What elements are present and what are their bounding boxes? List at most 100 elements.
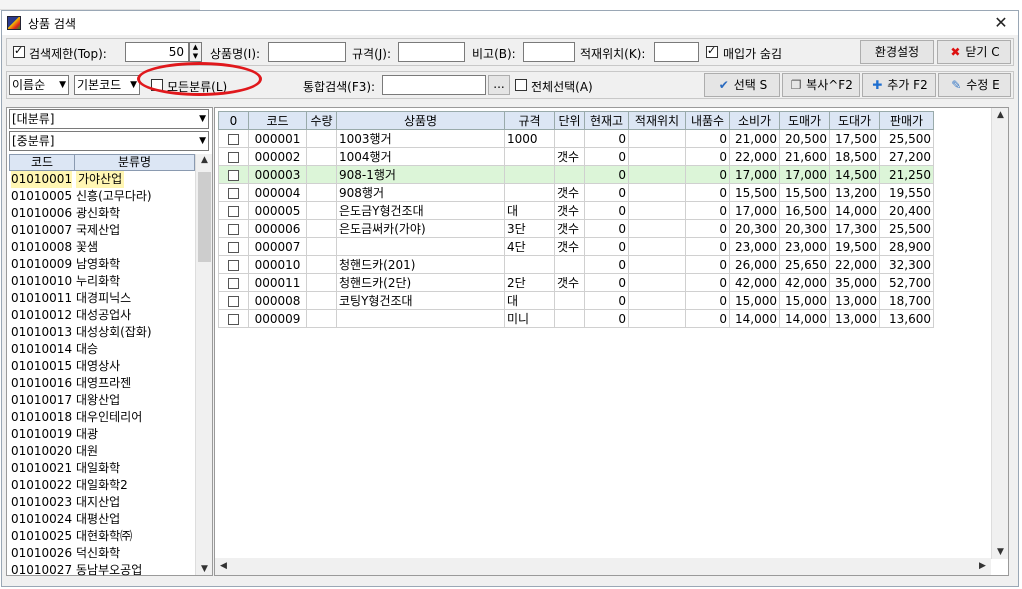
column-header[interactable]: 수량 (306, 111, 337, 130)
scroll-up-icon[interactable]: ▲ (196, 155, 213, 165)
column-header[interactable]: 적재위치 (628, 111, 686, 130)
column-header[interactable]: 규격 (504, 111, 555, 130)
row-checkbox[interactable] (228, 295, 239, 307)
row-select-cell[interactable] (218, 273, 249, 292)
search-limit-input[interactable]: 50 (125, 42, 189, 62)
category-row[interactable]: 01010018 대우인테리어 (9, 409, 195, 426)
table-row[interactable]: 000003 908-1행거 0 0 17,000 17,000 14,500 21,250 (218, 165, 934, 184)
row-select-cell[interactable] (218, 129, 249, 148)
category-list-scrollbar[interactable]: ▲ ▼ (195, 154, 212, 575)
category-row[interactable]: 01010015 대영상사 (9, 358, 195, 375)
category-name-header[interactable]: 분류명 (74, 154, 195, 171)
row-checkbox[interactable] (228, 133, 239, 145)
column-header[interactable]: 내품수 (685, 111, 730, 130)
column-header[interactable]: 소비가 (729, 111, 780, 130)
category-row[interactable]: 01010027 동남부오공업 (9, 562, 195, 579)
spec-input[interactable] (398, 42, 465, 62)
row-select-cell[interactable] (218, 201, 249, 220)
select-all-checkbox[interactable] (515, 79, 527, 91)
settings-button[interactable]: 환경설정 (860, 40, 934, 64)
ellipsis-button[interactable]: ... (488, 75, 510, 95)
scroll-down-icon[interactable]: ▼ (196, 564, 213, 574)
row-checkbox[interactable] (228, 223, 239, 235)
hide-purchase-price-checkbox[interactable] (706, 44, 718, 58)
category-row[interactable]: 01010023 대지산업 (9, 494, 195, 511)
category-row[interactable]: 01010017 대왕산업 (9, 392, 195, 409)
code-type-combo[interactable]: 기본코드 ▼ (74, 75, 140, 95)
category-row[interactable]: 01010025 대현화학㈜ (9, 528, 195, 545)
table-row[interactable]: 000002 1004행거 갯수 0 0 22,000 21,600 18,500 27,200 (218, 147, 934, 166)
category-row[interactable]: 01010012 대성공업사 (9, 307, 195, 324)
category-row[interactable]: 01010019 대광 (9, 426, 195, 443)
table-row[interactable]: 000004 908행거 갯수 0 0 15,500 15,500 13,200 19,550 (218, 183, 934, 202)
column-header[interactable]: 0 (218, 111, 249, 130)
column-header[interactable]: 상품명 (336, 111, 505, 130)
row-select-cell[interactable] (218, 237, 249, 256)
category-row[interactable]: 01010007 국제산업 (9, 222, 195, 239)
edit-button[interactable]: ✎ 수정 E (938, 73, 1011, 97)
row-select-cell[interactable] (218, 147, 249, 166)
row-select-cell[interactable] (218, 219, 249, 238)
close-button[interactable]: ✖ 닫기 C (937, 40, 1011, 64)
location-input[interactable] (654, 42, 699, 62)
category-row[interactable]: 01010001 가야산업 (9, 171, 195, 188)
grid-vertical-scrollbar[interactable]: ▲ ▼ (991, 108, 1008, 559)
scroll-up-icon[interactable]: ▲ (992, 110, 1009, 120)
row-select-cell[interactable] (218, 165, 249, 184)
category-row[interactable]: 01010008 꽃샘 (9, 239, 195, 256)
category-row[interactable]: 01010014 대승 (9, 341, 195, 358)
search-limit-spinner[interactable]: ▲ ▼ (189, 42, 202, 62)
column-header[interactable]: 코드 (248, 111, 307, 130)
sort-order-combo[interactable]: 이름순 ▼ (9, 75, 69, 95)
major-category-combo[interactable]: [대분류] ▼ (9, 109, 209, 129)
column-header[interactable]: 도매가 (779, 111, 830, 130)
middle-category-combo[interactable]: [중분류] ▼ (9, 131, 209, 151)
row-select-cell[interactable] (218, 255, 249, 274)
copy-button[interactable]: ❐ 복사^F2 (782, 73, 860, 97)
column-header[interactable]: 판매가 (879, 111, 934, 130)
search-limit-checkbox[interactable] (13, 44, 25, 58)
spin-down-icon[interactable]: ▼ (193, 52, 198, 60)
table-row[interactable]: 000006 은도금써카(가야) 3단 갯수 0 0 20,300 20,300 17,300 2… (218, 219, 934, 238)
row-checkbox[interactable] (228, 169, 239, 181)
scroll-left-icon[interactable]: ◀ (215, 561, 232, 571)
category-row[interactable]: 01010016 대영프라젠 (9, 375, 195, 392)
grid-horizontal-scrollbar[interactable]: ◀ ▶ (215, 558, 991, 575)
scroll-right-icon[interactable]: ▶ (974, 561, 991, 571)
category-row[interactable]: 01010011 대경피닉스 (9, 290, 195, 307)
row-checkbox[interactable] (228, 205, 239, 217)
category-row[interactable]: 01010005 신흥(고무다라) (9, 188, 195, 205)
scroll-down-icon[interactable]: ▼ (992, 547, 1009, 557)
table-row[interactable]: 000010 청핸드카(201) 0 0 26,000 25,650 22,000 32,30… (218, 255, 934, 274)
scroll-thumb[interactable] (198, 172, 211, 262)
row-checkbox[interactable] (228, 313, 239, 325)
table-row[interactable]: 000007 4단 갯수 0 0 23,000 23,000 19,500 28,900 (218, 237, 934, 256)
table-row[interactable]: 000001 1003행거 1000 0 0 21,000 20,500 17,500 25,5… (218, 129, 934, 148)
add-button[interactable]: ✚ 추가 F2 (862, 73, 936, 97)
row-checkbox[interactable] (228, 259, 239, 271)
table-row[interactable]: 000008 코팅Y형건조대 대 0 0 15,000 15,000 13,000 18,700 (218, 291, 934, 310)
row-select-cell[interactable] (218, 183, 249, 202)
row-select-cell[interactable] (218, 309, 249, 328)
row-checkbox[interactable] (228, 151, 239, 163)
column-header[interactable]: 도대가 (829, 111, 880, 130)
category-row[interactable]: 01010024 대평산업 (9, 511, 195, 528)
table-row[interactable]: 000005 은도금Y형건조대 대 갯수 0 0 17,000 16,500 14,000 20,… (218, 201, 934, 220)
category-row[interactable]: 01010022 대일화학2 (9, 477, 195, 494)
row-select-cell[interactable] (218, 291, 249, 310)
category-row[interactable]: 01010009 남영화학 (9, 256, 195, 273)
category-row[interactable]: 01010021 대일화학 (9, 460, 195, 477)
column-header[interactable]: 현재고 (584, 111, 629, 130)
category-row[interactable]: 01010013 대성상회(잡화) (9, 324, 195, 341)
combined-search-input[interactable] (382, 75, 486, 95)
select-button[interactable]: ✔ 선택 S (704, 73, 780, 97)
category-row[interactable]: 01010020 대원 (9, 443, 195, 460)
category-row[interactable]: 01010026 덕신화학 (9, 545, 195, 562)
category-row[interactable]: 01010006 광신화학 (9, 205, 195, 222)
row-checkbox[interactable] (228, 277, 239, 289)
column-header[interactable]: 단위 (554, 111, 585, 130)
window-close-icon[interactable]: ✕ (992, 13, 1010, 32)
table-row[interactable]: 000011 청핸드카(2단) 2단 갯수 0 0 42,000 42,000 35,000 52… (218, 273, 934, 292)
category-code-header[interactable]: 코드 (9, 154, 75, 171)
note-input[interactable] (523, 42, 575, 62)
